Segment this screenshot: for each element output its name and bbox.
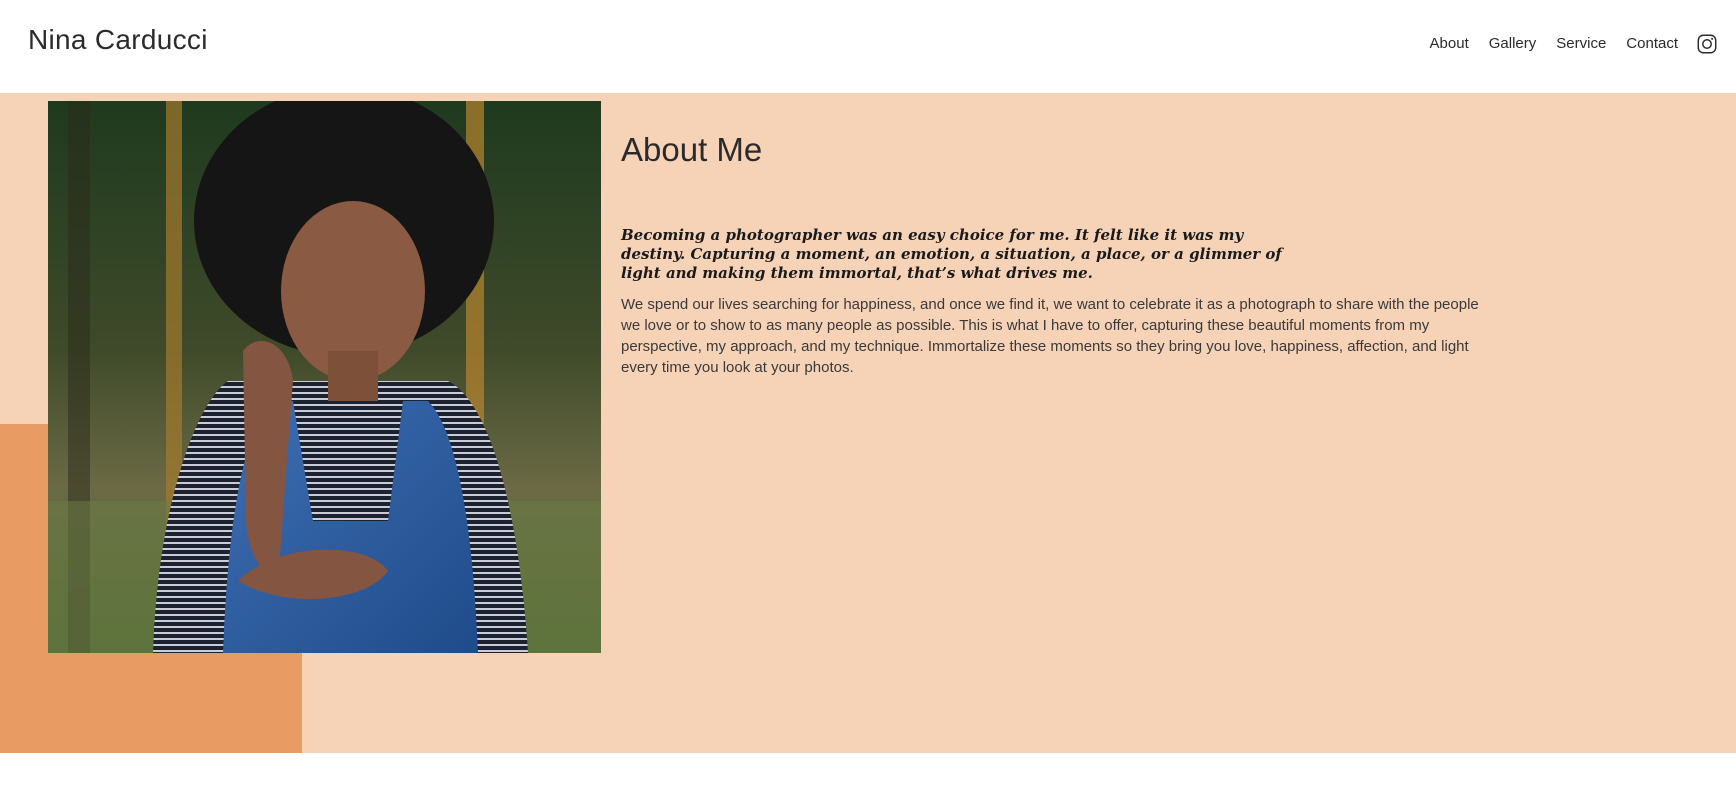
instagram-icon	[1697, 34, 1717, 54]
about-heading: About Me	[621, 131, 763, 168]
nav-link-gallery[interactable]: Gallery	[1489, 31, 1537, 57]
portrait-illustration	[48, 101, 601, 653]
about-body: We spend our lives searching for happine…	[621, 296, 1479, 376]
about-content: About Me Becoming a photographer was an …	[621, 130, 1501, 376]
nav-link-service[interactable]: Service	[1556, 31, 1606, 57]
site-title[interactable]: Nina Carducci	[28, 22, 208, 58]
instagram-link[interactable]	[1697, 33, 1718, 55]
nav-link-about[interactable]: About	[1430, 31, 1469, 57]
portrait-photo	[48, 101, 601, 653]
main-nav: About Gallery Service Contact	[1430, 31, 1718, 57]
nav-link-contact[interactable]: Contact	[1626, 31, 1678, 57]
about-quote: Becoming a photographer was an easy choi…	[621, 226, 1282, 282]
site-header: Nina Carducci About Gallery Service Cont…	[0, 0, 1736, 93]
